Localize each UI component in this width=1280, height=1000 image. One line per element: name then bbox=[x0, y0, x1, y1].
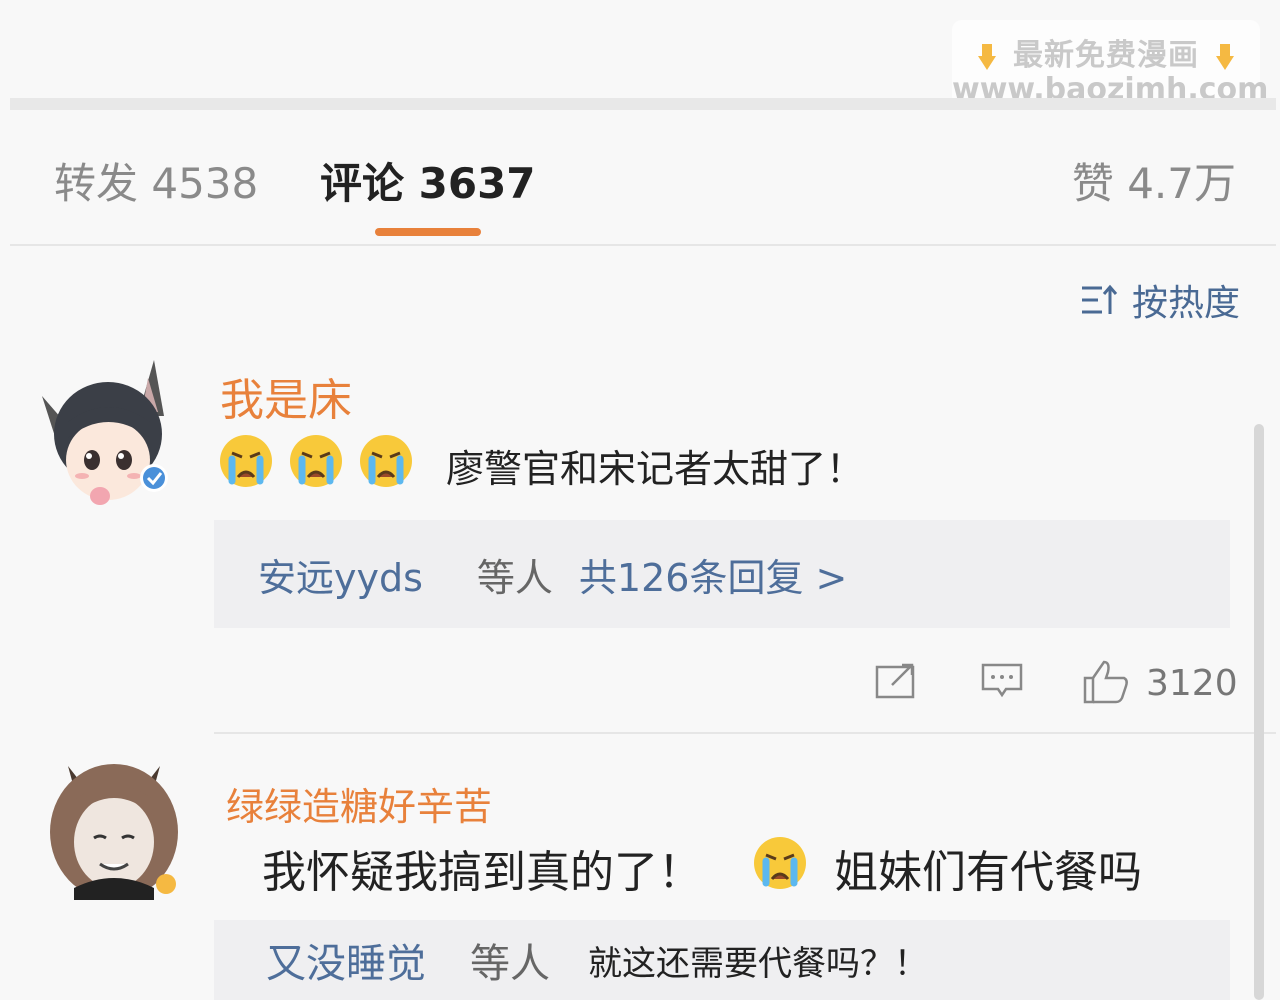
comment-body-part2: 姐妹们有代餐吗 bbox=[834, 847, 1142, 898]
pointing-down-icon bbox=[1210, 42, 1240, 72]
watermark-line1: 最新免费漫画 bbox=[952, 30, 1260, 74]
avatar[interactable] bbox=[28, 356, 178, 506]
reply-preview[interactable]: 安远yyds 等人 共126条回复 > bbox=[214, 520, 1230, 628]
comment-username[interactable]: 绿绿造糖好辛苦 bbox=[226, 776, 492, 831]
comment-body-part1: 我怀疑我搞到真的了！ bbox=[262, 847, 702, 898]
comment-text: 我怀疑我搞到真的了！ 姐妹们有代餐吗 bbox=[262, 836, 1142, 900]
crying-face-emoji bbox=[288, 433, 344, 498]
crying-face-emoji bbox=[752, 835, 808, 902]
tab-comment[interactable]: 评论 3637 bbox=[320, 150, 536, 211]
reply-username[interactable]: 又没睡觉 bbox=[266, 931, 426, 989]
share-icon[interactable] bbox=[874, 661, 918, 705]
active-tab-indicator bbox=[375, 228, 481, 236]
comment-username[interactable]: 我是床 bbox=[220, 364, 352, 428]
reply-etc: 等人 bbox=[476, 555, 553, 600]
pointing-down-icon bbox=[972, 42, 1002, 72]
comment-actions: 3120 bbox=[870, 655, 1240, 711]
comment-divider bbox=[214, 732, 1276, 734]
comment-icon[interactable] bbox=[980, 661, 1024, 705]
view-replies-link[interactable]: 共126条回复 > bbox=[579, 547, 847, 602]
crying-face-emoji bbox=[218, 433, 274, 498]
sort-by-hot-button[interactable]: 按热度 bbox=[1080, 278, 1240, 324]
sort-icon bbox=[1081, 284, 1118, 314]
reply-etc: 等人 bbox=[470, 941, 550, 987]
thumbs-up-icon[interactable] bbox=[1082, 658, 1130, 708]
tab-divider bbox=[10, 244, 1276, 246]
crying-face-emoji bbox=[358, 433, 414, 498]
reply-username[interactable]: 安远yyds bbox=[258, 547, 423, 602]
comment-text: 廖警官和宋记者太甜了！ bbox=[218, 434, 865, 494]
tab-like[interactable]: 赞 4.7万 bbox=[1072, 150, 1236, 211]
section-divider bbox=[10, 98, 1276, 110]
comment-body: 廖警官和宋记者太甜了！ bbox=[446, 446, 865, 491]
reply-preview[interactable]: 又没睡觉 等人 就这还需要代餐吗？！ bbox=[214, 920, 1230, 1000]
avatar[interactable] bbox=[44, 756, 184, 900]
tab-forward[interactable]: 转发 4538 bbox=[54, 150, 258, 211]
tab-bar: 转发 4538 评论 3637 赞 4.7万 bbox=[0, 150, 1280, 210]
watermark: 最新免费漫画 www.baozimh.com bbox=[952, 20, 1268, 107]
scrollbar[interactable] bbox=[1254, 424, 1264, 1000]
reply-text: 就这还需要代餐吗？！ bbox=[588, 943, 928, 984]
like-count: 3120 bbox=[1146, 662, 1238, 704]
sort-label: 按热度 bbox=[1131, 283, 1240, 324]
